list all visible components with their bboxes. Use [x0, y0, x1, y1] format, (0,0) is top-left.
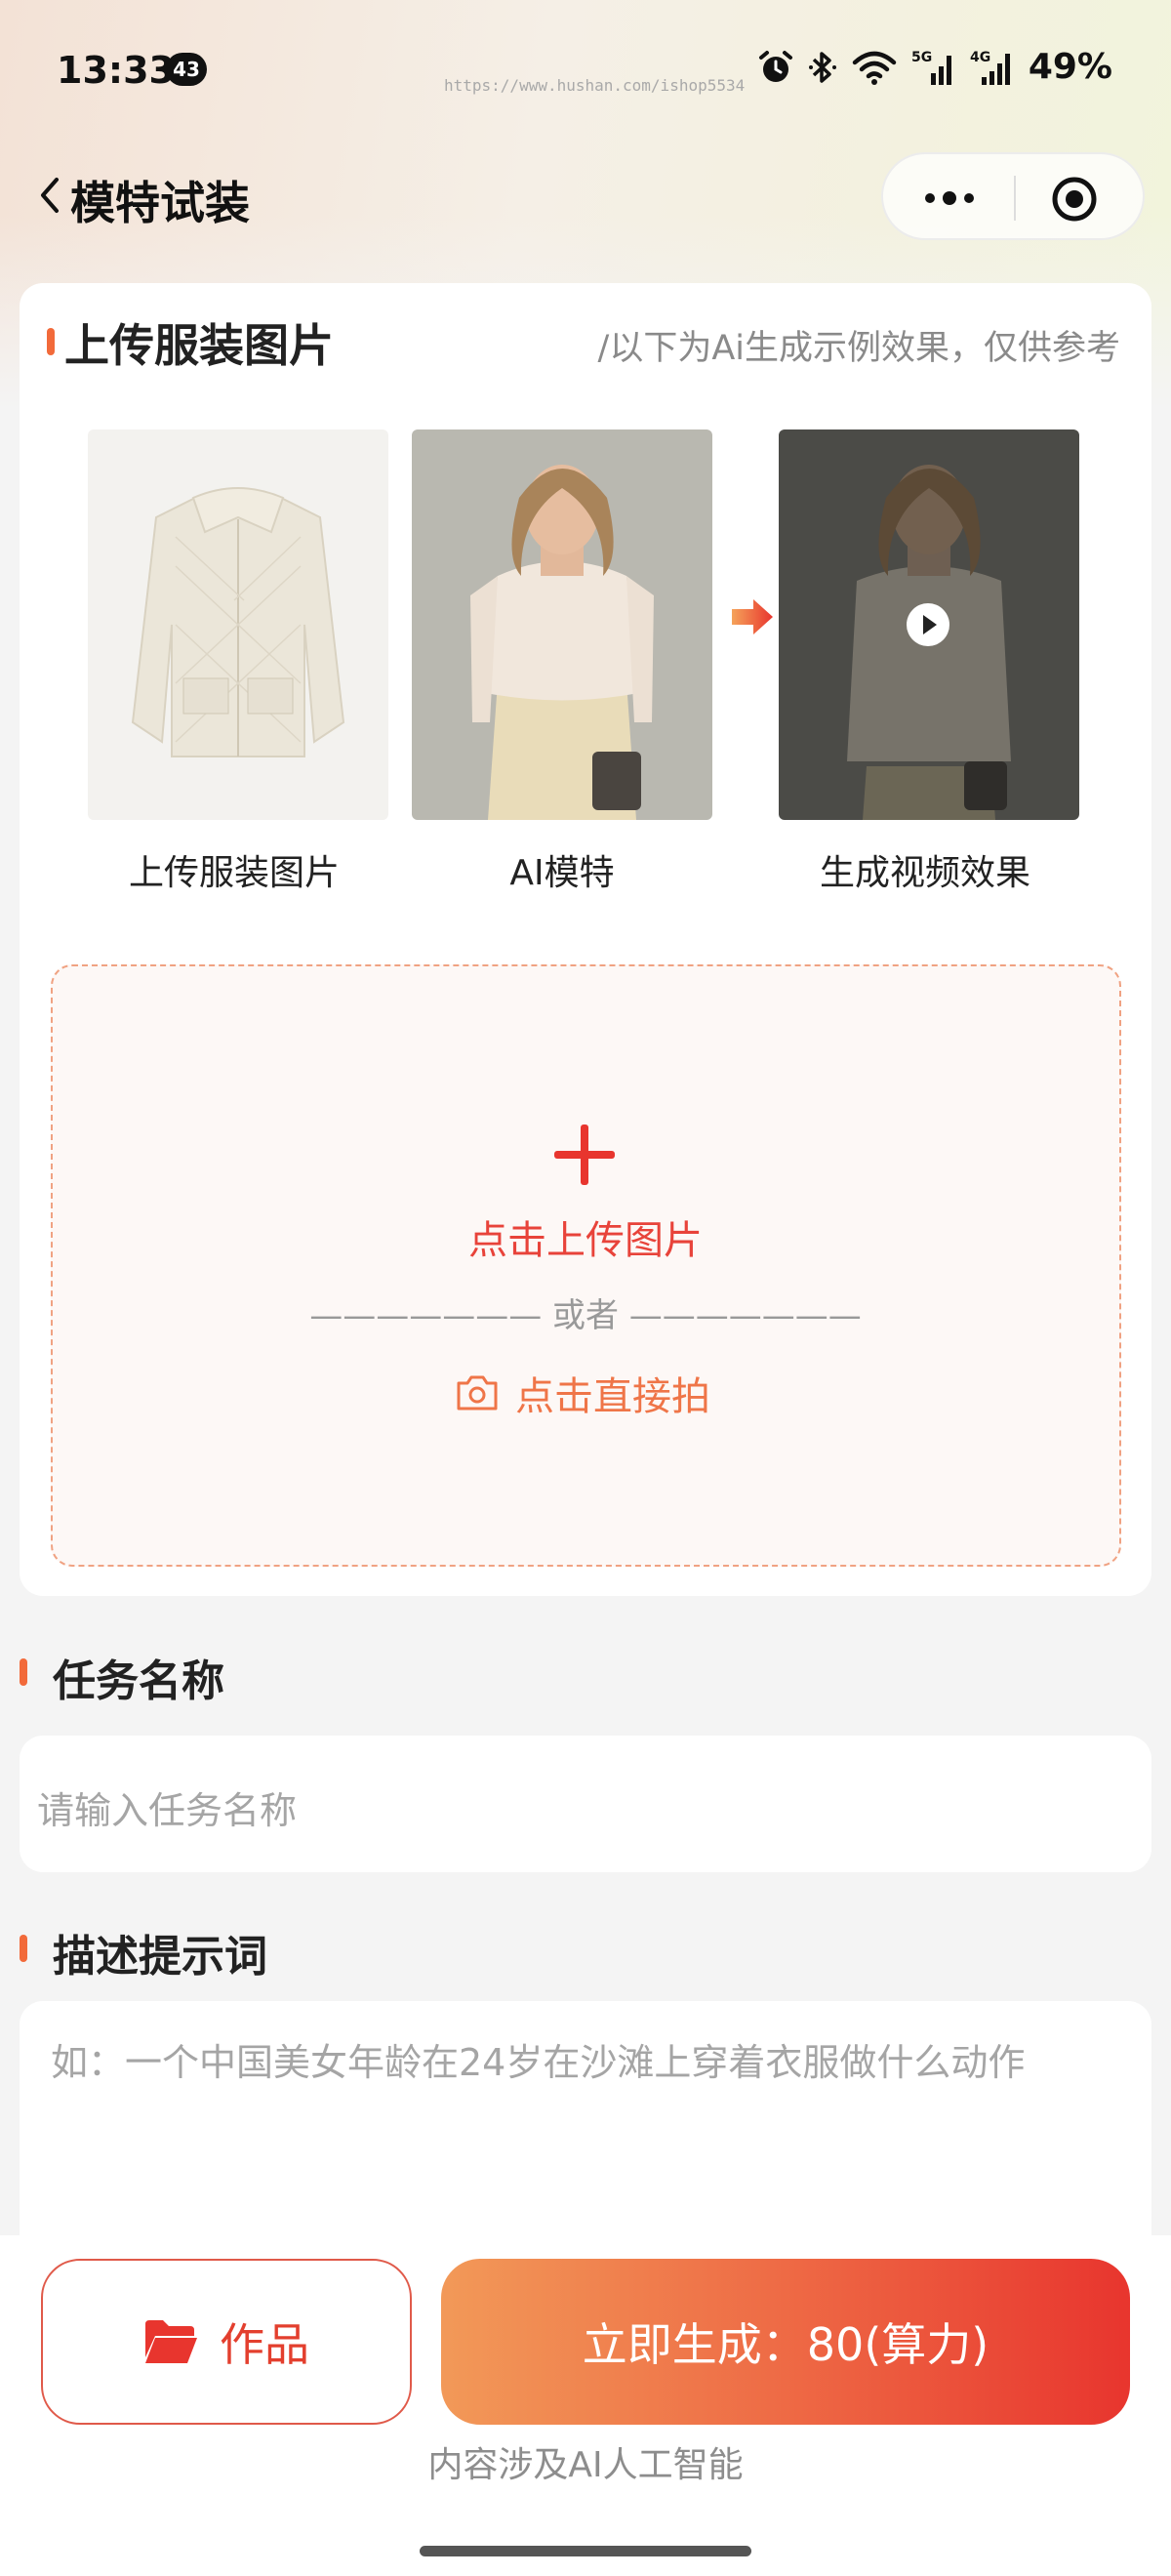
capsule-divider: [1014, 176, 1016, 221]
more-icon[interactable]: [920, 178, 979, 219]
home-indicator[interactable]: [420, 2546, 751, 2556]
play-icon[interactable]: [906, 602, 950, 647]
notification-count-badge: 43: [166, 53, 207, 86]
prompt-textarea[interactable]: 如：一个中国美女年龄在24岁在沙滩上穿着衣服做什么动作: [20, 2001, 1151, 2274]
task-name-accent-bar: [20, 1658, 27, 1686]
mini-program-capsule: [881, 152, 1145, 240]
5g-signal-icon: 5G: [911, 50, 951, 85]
svg-text:4G: 4G: [970, 50, 990, 65]
battery-percentage: 49%: [1028, 47, 1112, 87]
generate-button[interactable]: 立即生成：80(算力): [441, 2259, 1130, 2425]
prompt-label: 描述提示词: [53, 1932, 267, 1982]
example-label-upload: 上传服装图片: [128, 853, 340, 893]
svg-text:5G: 5G: [911, 50, 932, 65]
take-photo-button[interactable]: 点击直接拍: [455, 1365, 710, 1421]
plus-icon[interactable]: [552, 1123, 617, 1187]
task-name-label: 任务名称: [53, 1656, 224, 1706]
status-time: 13:33: [57, 49, 175, 92]
prompt-placeholder: 如：一个中国美女年龄在24岁在沙滩上穿着衣服做什么动作: [51, 2041, 1026, 2084]
task-name-placeholder: 请输入任务名称: [37, 1789, 298, 1832]
example-model-image: [412, 429, 712, 820]
wifi-icon: [852, 51, 897, 85]
example-label-model: AI模特: [509, 853, 615, 893]
prompt-accent-bar: [20, 1935, 27, 1962]
4g-signal-icon: 4G: [970, 50, 1010, 85]
section-accent-bar: [47, 328, 55, 355]
example-label-video: 生成视频效果: [819, 853, 1030, 893]
upload-card-note: /以下为Ai生成示例效果，仅供参考: [597, 329, 1120, 368]
camera-icon: [457, 1375, 498, 1411]
folder-icon: [145, 2320, 197, 2363]
url-watermark: https://www.hushan.com/ishop5534: [444, 76, 746, 95]
works-button[interactable]: 作品: [41, 2259, 412, 2425]
works-label: 作品: [220, 2318, 309, 2371]
upload-image-button[interactable]: 点击上传图片: [0, 1208, 1171, 1265]
ai-content-notice: 内容涉及AI人工智能: [427, 2445, 744, 2485]
or-divider: ——————— 或者 ———————: [309, 1296, 862, 1335]
upload-dropzone[interactable]: [51, 964, 1121, 1567]
alarm-icon: [758, 50, 792, 82]
target-icon[interactable]: [1049, 174, 1100, 225]
arrow-right-icon: [732, 599, 773, 634]
example-jacket-image: [88, 429, 388, 820]
upload-card-title: 上传服装图片: [64, 319, 334, 372]
take-photo-label: 点击直接拍: [515, 1374, 710, 1419]
status-icons: 5G 4G 49%: [757, 47, 1112, 87]
page-title: 模特试装: [70, 177, 250, 229]
status-bar: 13:33 43 https://www.hushan.com/ishop553…: [0, 0, 1171, 137]
task-name-input[interactable]: 请输入任务名称: [20, 1736, 1151, 1872]
bluetooth-icon: [808, 51, 836, 83]
chevron-left-icon[interactable]: [35, 172, 64, 219]
